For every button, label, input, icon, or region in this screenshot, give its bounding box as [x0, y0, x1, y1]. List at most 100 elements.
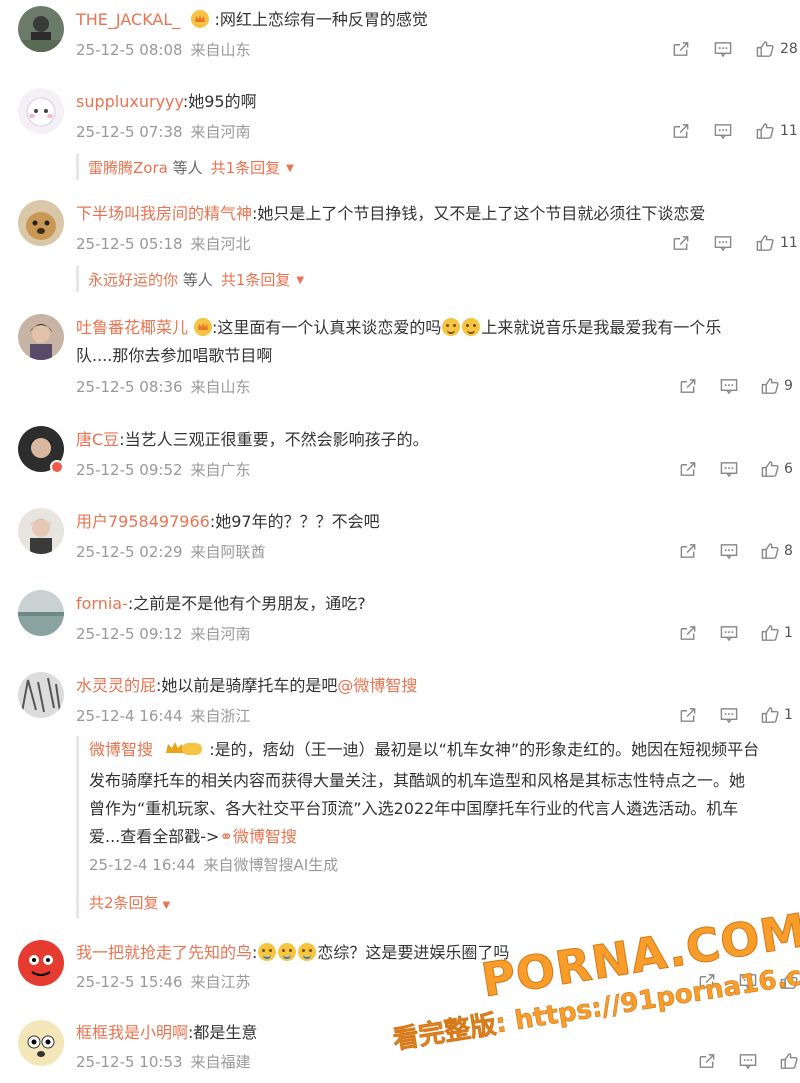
- comment-text-line2: 队....那你去参加唱歌节目啊: [76, 346, 273, 365]
- reply-divider: [76, 266, 79, 292]
- timestamp: 25-12-5 09:12: [76, 625, 183, 643]
- like-icon[interactable]: [754, 233, 776, 253]
- timestamp: 25-12-4 16:44: [76, 707, 183, 725]
- ai-reply-line3: 曾作为“重机玩家、各大社交平台顶流”入选2022年中国摩托车行业的代言人遴选活动…: [89, 799, 739, 818]
- reply-summary[interactable]: 雷腾腾Zora 等人 共1条回复 ▼: [88, 157, 294, 178]
- share-icon[interactable]: [678, 705, 699, 725]
- more-replies-label[interactable]: 共2条回复: [89, 894, 159, 912]
- location: 来自广东: [190, 461, 251, 479]
- timestamp: 25-12-5 08:08: [76, 41, 183, 59]
- avatar[interactable]: [18, 6, 64, 52]
- like-icon[interactable]: [779, 1051, 800, 1071]
- comment-icon[interactable]: [719, 705, 740, 725]
- ai-level-badge-icon: [164, 739, 204, 767]
- location: 来自河北: [190, 235, 251, 253]
- reply-count[interactable]: 共1条回复: [211, 159, 281, 177]
- comment-text: :她以前是骑摩托车的是吧: [156, 676, 338, 695]
- avatar[interactable]: [18, 88, 64, 134]
- caret-down-icon[interactable]: ▼: [286, 163, 294, 174]
- timestamp: 25-12-5 02:29: [76, 543, 183, 561]
- laugh-cry-emoji-icon: [258, 943, 277, 961]
- comment-text: :她95的啊: [182, 92, 257, 111]
- laugh-cry-emoji-icon: [298, 943, 317, 961]
- comment-icon[interactable]: [712, 121, 734, 141]
- like-icon[interactable]: [754, 121, 776, 141]
- like-icon[interactable]: [759, 376, 780, 396]
- avatar[interactable]: [18, 200, 64, 246]
- like-icon[interactable]: [759, 623, 780, 643]
- ai-reply-block: 微博智搜 :是的，痞幼（王一迪）最初是以“机车女神”的形象走红的。她因在短视频平…: [76, 736, 786, 918]
- location: 来自山东: [190, 378, 251, 396]
- avatar[interactable]: [18, 940, 64, 986]
- like-count: 1: [784, 625, 793, 641]
- share-icon[interactable]: [670, 233, 692, 253]
- avatar[interactable]: [18, 1020, 64, 1066]
- share-icon[interactable]: [678, 541, 699, 561]
- location: 来自河南: [190, 123, 251, 141]
- username-link[interactable]: 水灵灵的屁: [76, 676, 156, 695]
- username-link[interactable]: 框框我是小明啊: [76, 1023, 188, 1042]
- comment-text: :当艺人三观正很重要，不然会影响孩子的。: [119, 430, 429, 449]
- username-link[interactable]: 吐鲁番花椰菜儿: [76, 318, 188, 337]
- comment-icon[interactable]: [737, 1051, 758, 1071]
- comment-icon[interactable]: [719, 623, 740, 643]
- link-icon[interactable]: ⚭: [219, 827, 232, 846]
- comment-icon[interactable]: [712, 39, 734, 59]
- like-icon[interactable]: [759, 705, 780, 725]
- comment-text-continued: 上来就说音乐是我最爱我有一个乐: [481, 318, 722, 337]
- avatar[interactable]: [18, 508, 64, 554]
- timestamp: 25-12-5 15:46: [76, 973, 183, 991]
- ai-reply-line4: 爱...查看全部戳->⚭微博智搜: [89, 823, 786, 851]
- share-icon[interactable]: [678, 623, 699, 643]
- username-link[interactable]: fornia-: [76, 594, 128, 613]
- share-icon[interactable]: [678, 459, 699, 479]
- reply-divider: [76, 154, 79, 180]
- avatar[interactable]: [18, 672, 64, 718]
- mention-link[interactable]: @微博智搜: [337, 676, 417, 695]
- comment-text: :都是生意: [188, 1023, 258, 1042]
- like-icon[interactable]: [759, 541, 780, 561]
- comment-text: :她97年的？？？不会吧: [209, 512, 380, 531]
- like-count: 11: [780, 123, 798, 139]
- ai-source-link[interactable]: 微博智搜: [233, 827, 297, 846]
- username-link[interactable]: suppluxuryyy: [76, 92, 183, 111]
- share-icon[interactable]: [670, 39, 692, 59]
- reply-user[interactable]: 雷腾腾Zora: [88, 159, 168, 177]
- reply-user[interactable]: 永远好运的你: [88, 271, 178, 289]
- location: 来自浙江: [190, 707, 251, 725]
- comment-icon[interactable]: [719, 459, 740, 479]
- ai-reply-line1: 微博智搜 :是的，痞幼（王一迪）最初是以“机车女神”的形象走红的。她因在短视频平…: [89, 736, 786, 767]
- comment-icon[interactable]: [719, 376, 740, 396]
- share-icon[interactable]: [678, 376, 699, 396]
- location: 来自微博智搜AI生成: [203, 856, 339, 874]
- share-icon[interactable]: [696, 1051, 717, 1071]
- share-icon[interactable]: [670, 121, 692, 141]
- reply-count[interactable]: 共1条回复: [221, 271, 291, 289]
- avatar[interactable]: [18, 314, 64, 360]
- like-icon[interactable]: [754, 39, 776, 59]
- comment-text: :网红上恋综有一种反胃的感觉: [214, 10, 428, 29]
- username-link[interactable]: 用户7958497966: [76, 512, 210, 531]
- more-replies-button[interactable]: 共2条回复 ▼: [89, 889, 786, 920]
- like-count: 11: [780, 235, 798, 251]
- caret-down-icon[interactable]: ▼: [163, 900, 171, 911]
- comment-icon[interactable]: [712, 233, 734, 253]
- username-link[interactable]: 下半场叫我房间的精气神: [76, 204, 252, 223]
- comment-icon[interactable]: [719, 541, 740, 561]
- username-link[interactable]: 我一把就抢走了先知的鸟: [76, 943, 252, 962]
- ai-username-link[interactable]: 微博智搜: [89, 740, 153, 759]
- comment-body: THE_JACKAL_ :网红上恋综有一种反胃的感觉: [76, 9, 428, 34]
- username-link[interactable]: THE_JACKAL_: [76, 10, 180, 29]
- like-count: 28: [780, 41, 798, 57]
- location: 来自河南: [190, 625, 251, 643]
- reply-summary[interactable]: 永远好运的你 等人 共1条回复 ▼: [88, 269, 304, 290]
- caret-down-icon[interactable]: ▼: [296, 275, 304, 286]
- avatar[interactable]: [18, 590, 64, 636]
- username-link[interactable]: 唐C豆: [76, 430, 119, 449]
- ai-reply-text-tail: 爱...查看全部戳->: [89, 827, 220, 846]
- location: 来自江苏: [190, 973, 251, 991]
- comment-text: :这里面有一个认真来谈恋爱的吗: [212, 318, 442, 337]
- timestamp: 25-12-5 09:52: [76, 461, 183, 479]
- reply-label: 等人: [172, 159, 203, 177]
- like-icon[interactable]: [759, 459, 780, 479]
